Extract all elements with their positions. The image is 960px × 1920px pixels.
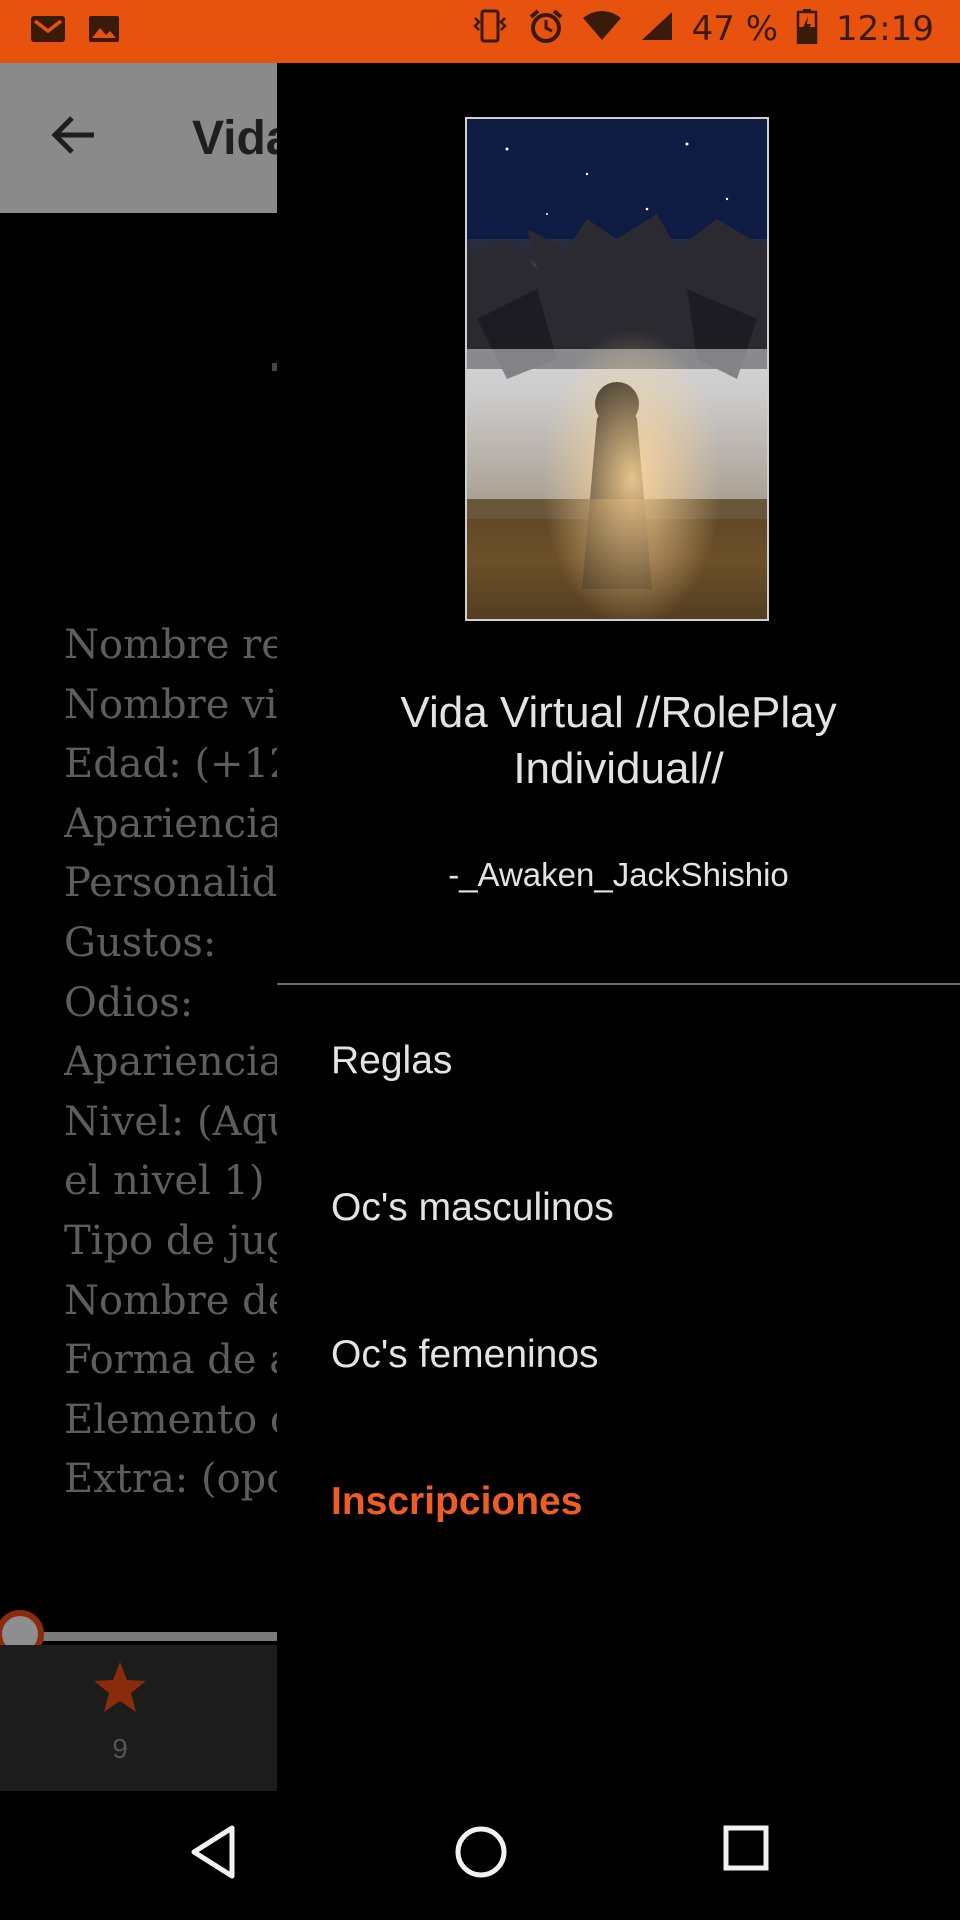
image-icon (88, 14, 120, 49)
menu-item-ocs-masculinos[interactable]: Oc's masculinos (331, 1186, 614, 1230)
back-arrow-icon[interactable] (48, 109, 100, 166)
gmail-icon (30, 14, 66, 49)
story-cover-image[interactable] (465, 117, 769, 621)
menu-item-ocs-femeninos[interactable]: Oc's femeninos (331, 1333, 599, 1377)
nav-back-icon[interactable] (188, 1824, 238, 1885)
status-bar: 47 % 12:19 (0, 0, 960, 63)
bg-form-line: Extra: (opc (64, 1456, 277, 1503)
bg-form-line: Elemento c (64, 1396, 277, 1443)
bg-form-line: Apariencia (64, 800, 277, 847)
bg-form-line: Nombre vi (64, 681, 277, 728)
system-nav-bar (0, 1791, 960, 1920)
bg-toolbar: Vida (0, 63, 277, 213)
bg-form-line: Odios: (64, 979, 194, 1026)
menu-item-reglas[interactable]: Reglas (331, 1039, 452, 1083)
bg-form-line: Nombre re (64, 622, 277, 668)
story-title: Vida Virtual //RolePlay Individual// (277, 685, 960, 797)
menu-item-inscripciones[interactable]: Inscripciones (331, 1480, 582, 1524)
bg-form-line: Gustos: (64, 919, 217, 966)
story-title-line1: Vida Virtual //RolePlay (400, 688, 837, 737)
nav-recents-icon[interactable] (722, 1824, 770, 1877)
alarm-icon (528, 8, 564, 49)
bg-page-title: Vida (192, 112, 277, 165)
battery-icon (796, 8, 818, 49)
clock: 12:19 (836, 8, 934, 49)
vibrate-icon (470, 8, 510, 49)
signal-icon (640, 10, 674, 47)
battery-percent: 47 % (691, 8, 779, 49)
bg-form-line: el nivel 1) (64, 1158, 265, 1205)
bg-form-text: Nombre re Nombre vi Edad: (+12 Apariencia Pe… (64, 616, 277, 1510)
bg-form-line: Forma de a (64, 1337, 277, 1384)
bg-form-line: Apariencia (64, 1039, 277, 1086)
bg-progress-track[interactable] (20, 1632, 277, 1641)
wifi-icon (582, 10, 622, 47)
bg-form-line: Edad: (+12 (64, 741, 277, 788)
nav-home-icon[interactable] (453, 1824, 509, 1885)
story-author[interactable]: -_Awaken_JackShishio (277, 856, 960, 894)
bg-form-line: Nombre de (64, 1277, 277, 1324)
star-icon[interactable] (92, 1660, 148, 1719)
bg-form-line: Nivel: (Aqu (64, 1098, 277, 1145)
navigation-drawer: Vida Virtual //RolePlay Individual// -_A… (277, 63, 960, 1791)
bg-form-line: Personalid (64, 860, 277, 907)
star-count: 9 (112, 1733, 128, 1764)
bg-form-line: Tipo de jug (64, 1217, 277, 1264)
cover-artwork (467, 119, 767, 619)
story-title-line2: Individual// (513, 744, 724, 793)
drawer-divider (277, 983, 960, 985)
